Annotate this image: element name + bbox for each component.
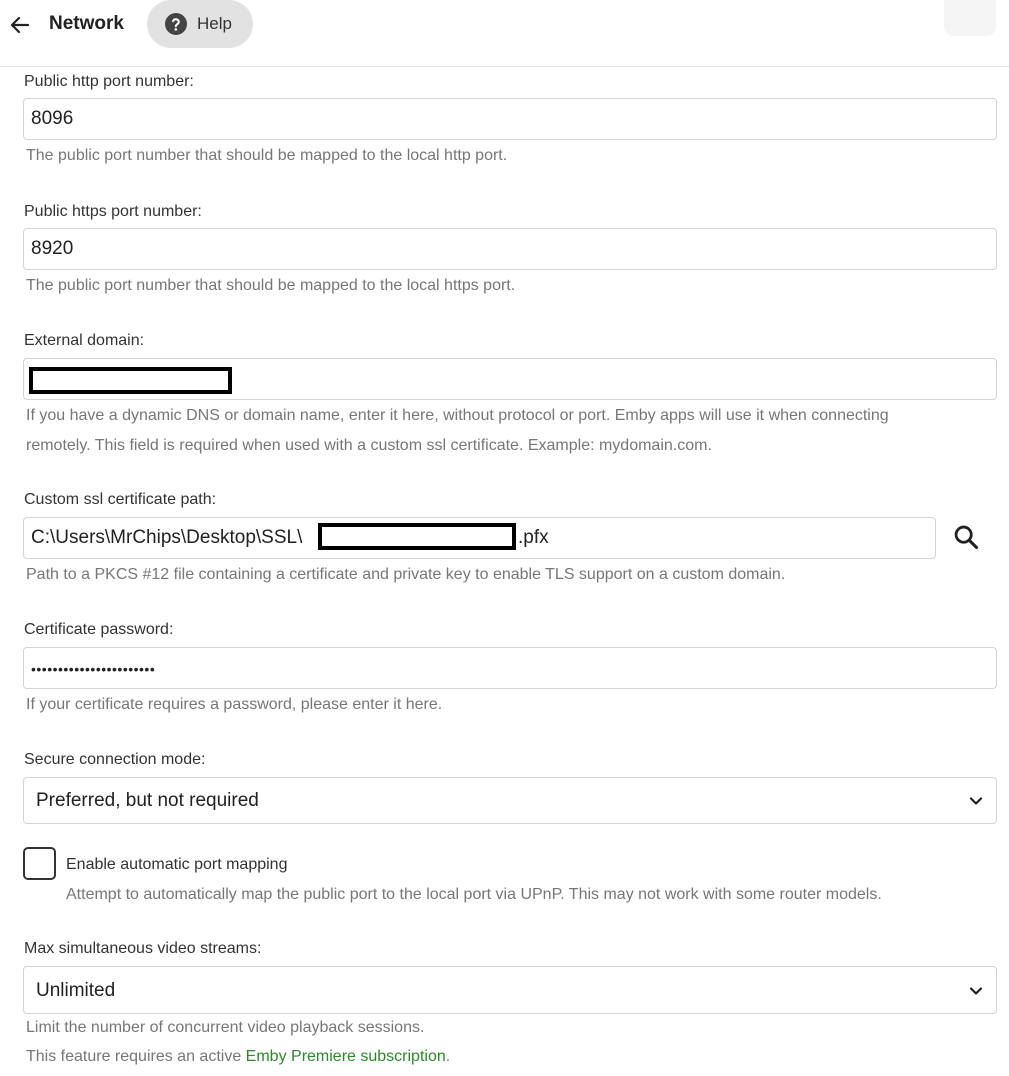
external-domain-input[interactable] xyxy=(23,358,997,400)
arrow-left-icon[interactable] xyxy=(8,13,32,37)
emby-premiere-link[interactable]: Emby Premiere subscription xyxy=(246,1048,446,1065)
app-header: Network Help xyxy=(0,0,1009,67)
max-streams-help-prefix: This feature requires an active xyxy=(26,1048,246,1065)
external-domain-help-line1: If you have a dynamic DNS or domain name… xyxy=(26,407,889,424)
cert-password-value: ••••••••••••••••••••••• xyxy=(31,661,156,677)
secure-mode-selected: Preferred, but not required xyxy=(36,790,259,811)
secure-mode-select[interactable]: Preferred, but not required xyxy=(23,777,997,824)
max-streams-label: Max simultaneous video streams: xyxy=(24,940,262,957)
max-streams-selected: Unlimited xyxy=(36,980,116,1001)
redacted-domain xyxy=(29,367,232,394)
max-streams-help-suffix: . xyxy=(445,1048,451,1065)
max-streams-help-line1: Limit the number of concurrent video pla… xyxy=(26,1019,425,1036)
ssl-path-value-suffix: .pfx xyxy=(518,527,549,548)
public-http-port-help: The public port number that should be ma… xyxy=(26,147,508,164)
search-icon[interactable] xyxy=(952,523,980,551)
ssl-path-label: Custom ssl certificate path: xyxy=(24,491,217,508)
ssl-path-value-prefix: C:\Users\MrChips\Desktop\SSL\ xyxy=(31,527,303,548)
port-mapping-help: Attempt to automatically map the public … xyxy=(66,886,882,903)
public-http-port-label: Public http port number: xyxy=(24,73,194,90)
port-mapping-checkbox[interactable] xyxy=(23,847,56,880)
page-title: Network xyxy=(49,13,124,34)
header-menu-placeholder xyxy=(944,0,996,36)
public-https-port-label: Public https port number: xyxy=(24,203,202,220)
public-http-port-value: 8096 xyxy=(31,108,74,129)
public-https-port-input[interactable]: 8920 xyxy=(23,228,997,270)
help-button[interactable]: Help xyxy=(147,0,253,48)
port-mapping-label: Enable automatic port mapping xyxy=(66,856,288,873)
external-domain-label: External domain: xyxy=(24,332,145,349)
secure-mode-label: Secure connection mode: xyxy=(24,751,206,768)
cert-password-input[interactable]: ••••••••••••••••••••••• xyxy=(23,647,997,689)
chevron-down-icon xyxy=(969,797,983,805)
help-button-label: Help xyxy=(197,14,232,33)
public-http-port-input[interactable]: 8096 xyxy=(23,98,997,140)
public-https-port-help: The public port number that should be ma… xyxy=(26,277,516,294)
max-streams-help-line2: This feature requires an active Emby Pre… xyxy=(26,1042,450,1072)
ssl-path-input[interactable]: C:\Users\MrChips\Desktop\SSL\ .pfx xyxy=(23,517,936,559)
redacted-filename xyxy=(318,523,516,550)
cert-password-help: If your certificate requires a password,… xyxy=(26,696,443,713)
public-https-port-value: 8920 xyxy=(31,238,74,259)
cert-password-label: Certificate password: xyxy=(24,621,174,638)
external-domain-help-line2: remotely. This field is required when us… xyxy=(26,437,712,454)
question-circle-icon xyxy=(165,13,187,35)
chevron-down-icon xyxy=(969,987,983,995)
max-streams-select[interactable]: Unlimited xyxy=(23,966,997,1014)
ssl-path-help: Path to a PKCS #12 file containing a cer… xyxy=(26,566,786,583)
